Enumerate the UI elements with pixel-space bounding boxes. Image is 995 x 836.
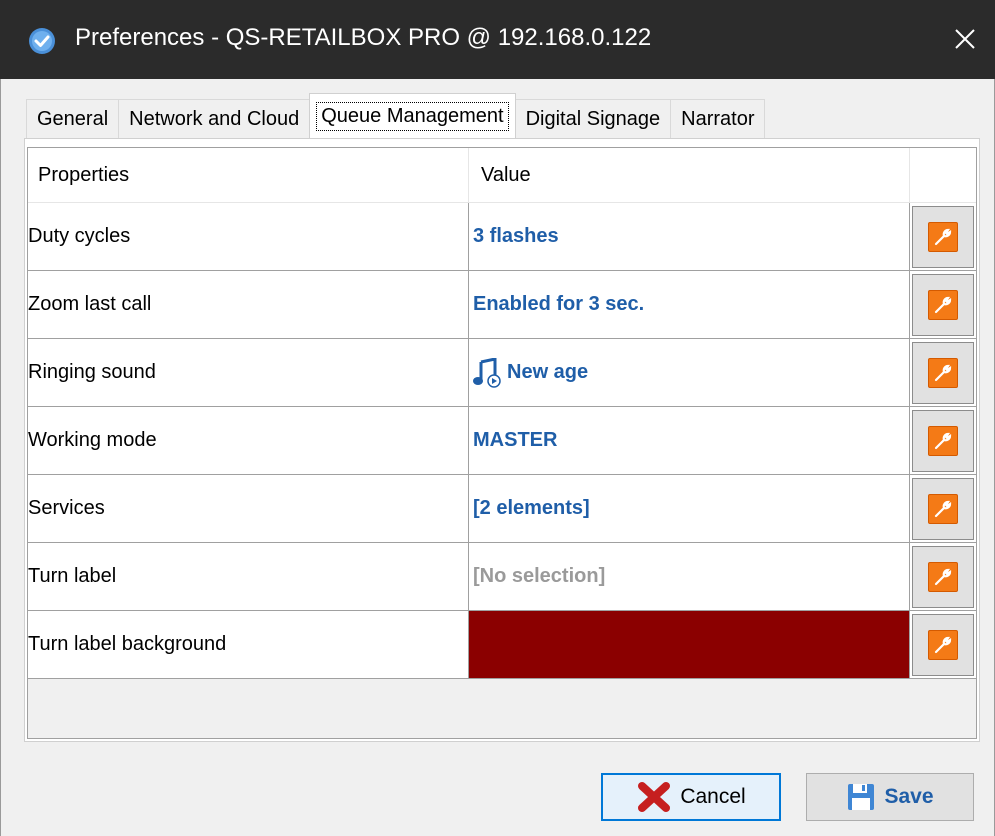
- wrench-icon: [928, 221, 958, 252]
- wrench-icon: [928, 289, 958, 320]
- edit-button[interactable]: [912, 409, 974, 472]
- property-label: Working mode: [28, 407, 469, 474]
- tab-bar: General Network and Cloud Queue Manageme…: [26, 93, 766, 138]
- color-swatch: [469, 611, 910, 678]
- property-value: [No selection]: [469, 543, 910, 610]
- properties-grid: Properties Value Duty cycles 3 flashes Z…: [27, 147, 977, 739]
- app-icon: [28, 27, 56, 55]
- floppy-disk-icon: [846, 782, 876, 812]
- table-row: Services [2 elements]: [28, 475, 976, 543]
- wrench-icon: [928, 425, 958, 456]
- tab-digital-signage[interactable]: Digital Signage: [514, 99, 672, 138]
- edit-button[interactable]: [912, 545, 974, 608]
- tab-panel: Properties Value Duty cycles 3 flashes Z…: [24, 138, 980, 742]
- property-value: Enabled for 3 sec.: [469, 271, 910, 338]
- edit-button[interactable]: [912, 273, 974, 336]
- property-value: 3 flashes: [469, 203, 910, 270]
- table-row: Turn label [No selection]: [28, 543, 976, 611]
- property-label: Services: [28, 475, 469, 542]
- wrench-icon: [928, 629, 958, 660]
- tab-narrator[interactable]: Narrator: [670, 99, 766, 138]
- property-label: Ringing sound: [28, 339, 469, 406]
- table-row: Ringing sound New age: [28, 339, 976, 407]
- table-row: Working mode MASTER: [28, 407, 976, 475]
- cancel-button[interactable]: Cancel: [601, 773, 781, 821]
- title-bar: Preferences - QS-RETAILBOX PRO @ 192.168…: [0, 0, 995, 79]
- tab-general[interactable]: General: [26, 99, 120, 138]
- save-button[interactable]: Save: [806, 773, 974, 821]
- property-value: New age: [469, 339, 910, 406]
- music-note-icon: [473, 357, 501, 388]
- property-label: Turn label background: [28, 611, 469, 678]
- wrench-icon: [928, 493, 958, 524]
- tab-queue-management[interactable]: Queue Management: [309, 93, 516, 138]
- table-row: Turn label background: [28, 611, 976, 679]
- table-row: Duty cycles 3 flashes: [28, 203, 976, 271]
- property-label: Turn label: [28, 543, 469, 610]
- close-icon: [954, 28, 976, 55]
- edit-button[interactable]: [912, 205, 974, 268]
- edit-button[interactable]: [912, 613, 974, 676]
- wrench-icon: [928, 561, 958, 592]
- tab-network-and-cloud[interactable]: Network and Cloud: [118, 99, 311, 138]
- property-value: [2 elements]: [469, 475, 910, 542]
- edit-button[interactable]: [912, 477, 974, 540]
- header-properties: Properties: [28, 148, 469, 202]
- grid-header: Properties Value: [28, 148, 976, 203]
- edit-button[interactable]: [912, 341, 974, 404]
- close-button[interactable]: [935, 16, 995, 66]
- window-title: Preferences - QS-RETAILBOX PRO @ 192.168…: [75, 24, 652, 51]
- wrench-icon: [928, 357, 958, 388]
- property-value: MASTER: [469, 407, 910, 474]
- property-label: Duty cycles: [28, 203, 469, 270]
- table-row: Zoom last call Enabled for 3 sec.: [28, 271, 976, 339]
- red-x-icon: [636, 782, 672, 812]
- header-value: Value: [469, 148, 910, 202]
- property-label: Zoom last call: [28, 271, 469, 338]
